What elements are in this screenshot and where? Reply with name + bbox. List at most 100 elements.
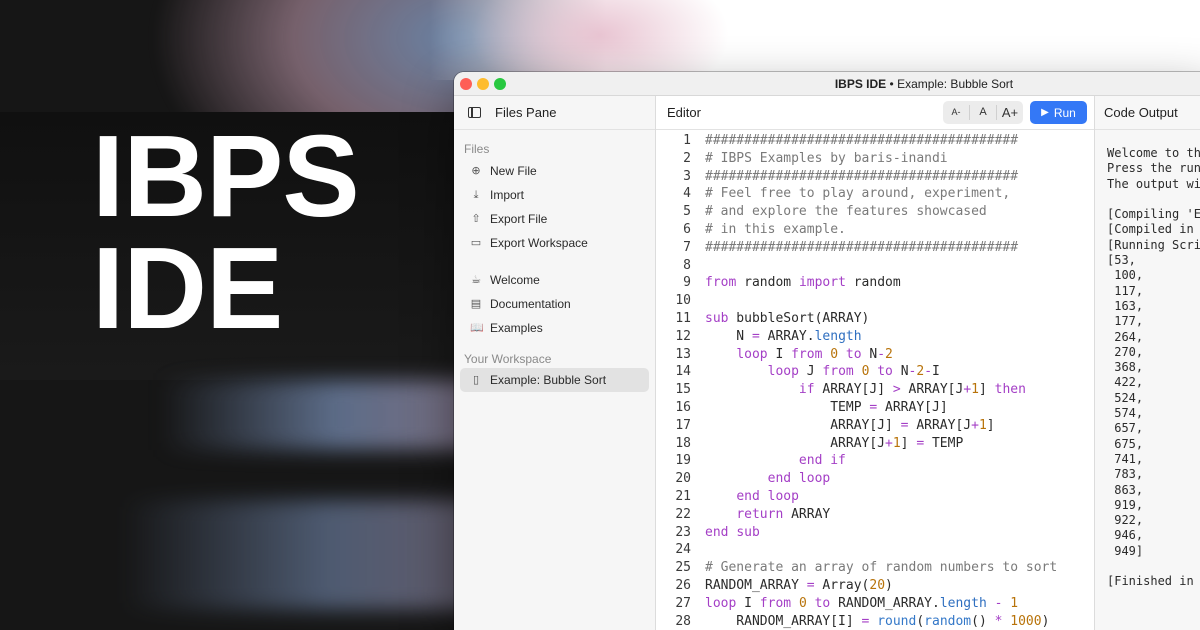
output-line: The output wi bbox=[1107, 176, 1200, 191]
output-line: [53, bbox=[1107, 253, 1136, 268]
sidebar-item-export-file[interactable]: ⇧ Export File bbox=[454, 207, 655, 231]
editor-pane: Editor A- A A+ ▶ Run 1 ##################… bbox=[656, 96, 1094, 630]
line-number: 2 bbox=[683, 150, 691, 166]
output-line: 863, bbox=[1107, 482, 1144, 497]
code-line-text: end sub bbox=[705, 524, 760, 540]
output-line: 922, bbox=[1107, 513, 1144, 528]
line-number: 4 bbox=[683, 186, 691, 202]
code-line-text: ######################################## bbox=[705, 239, 1019, 255]
code-line[interactable]: 10 bbox=[656, 292, 1094, 310]
ide-window: IBPS IDE • Example: Bubble Sort Files Pa… bbox=[454, 72, 1200, 630]
output-line: 524, bbox=[1107, 390, 1144, 405]
output-line: 946, bbox=[1107, 528, 1144, 543]
code-line[interactable]: 25 # Generate an array of random numbers … bbox=[656, 559, 1094, 577]
code-line[interactable]: 15 if ARRAY[J] > ARRAY[J+1] then bbox=[656, 381, 1094, 399]
sidebar-item-export-workspace[interactable]: ▭ Export Workspace bbox=[454, 231, 655, 255]
line-number: 17 bbox=[675, 417, 691, 433]
code-line-text: end loop bbox=[736, 488, 799, 504]
code-line[interactable]: 14 loop J from 0 to N-2-I bbox=[656, 363, 1094, 381]
window-title: IBPS IDE • Example: Bubble Sort bbox=[454, 77, 1200, 91]
code-line[interactable]: 26 RANDOM_ARRAY = Array(20) bbox=[656, 577, 1094, 595]
decrease-font-button[interactable]: A- bbox=[943, 105, 970, 120]
line-number: 22 bbox=[675, 506, 691, 522]
sidebar-item-example-bubble-sort[interactable]: ▯ Example: Bubble Sort bbox=[460, 368, 649, 392]
line-number: 10 bbox=[675, 293, 691, 309]
code-line-text: ######################################## bbox=[705, 168, 1019, 184]
output-line: [Compiled in bbox=[1107, 222, 1194, 237]
output-line: 368, bbox=[1107, 360, 1144, 375]
code-output-header: Code Output bbox=[1095, 96, 1200, 130]
line-number: 28 bbox=[675, 613, 691, 629]
code-output-title: Code Output bbox=[1104, 105, 1178, 120]
code-line[interactable]: 11 sub bubbleSort(ARRAY) bbox=[656, 310, 1094, 328]
code-line[interactable]: 8 bbox=[656, 257, 1094, 275]
output-line: 675, bbox=[1107, 436, 1144, 451]
sidebar-item-welcome[interactable]: ☕ Welcome bbox=[454, 268, 655, 292]
code-line-text: # Feel free to play around, experiment, bbox=[705, 186, 1011, 202]
window-title-document: Example: Bubble Sort bbox=[897, 77, 1014, 91]
play-icon: ▶ bbox=[1041, 107, 1049, 118]
code-line-text: # and explore the features showcased bbox=[705, 204, 987, 220]
code-line-text: if ARRAY[J] > ARRAY[J+1] then bbox=[798, 382, 1026, 398]
code-line[interactable]: 9 from random import random bbox=[656, 274, 1094, 292]
code-output-pane: Code Output Welcome to th Press the run Th… bbox=[1094, 96, 1200, 630]
run-button[interactable]: ▶ Run bbox=[1030, 101, 1087, 124]
documentation-icon: ▤ bbox=[470, 297, 482, 310]
hero-title-line2: IDE bbox=[92, 223, 283, 353]
code-line[interactable]: 13 loop I from 0 to N-2 bbox=[656, 346, 1094, 364]
line-number: 25 bbox=[675, 560, 691, 576]
output-line: 783, bbox=[1107, 467, 1144, 482]
code-line-text: RANDOM_ARRAY = Array(20) bbox=[705, 577, 893, 593]
code-line-text: RANDOM_ARRAY[I] = round(random() * 1000) bbox=[705, 613, 1050, 629]
export-icon: ⇧ bbox=[471, 212, 481, 225]
background-streak bbox=[120, 500, 500, 610]
editor-title: Editor bbox=[667, 105, 701, 120]
line-number: 13 bbox=[675, 346, 691, 362]
output-line: 117, bbox=[1107, 283, 1144, 298]
code-line[interactable]: 4 # Feel free to play around, experiment, bbox=[656, 185, 1094, 203]
code-line[interactable]: 27 loop I from 0 to RANDOM_ARRAY.length -… bbox=[656, 595, 1094, 613]
line-number: 24 bbox=[675, 542, 691, 558]
line-number: 1 bbox=[683, 133, 691, 148]
code-line[interactable]: 23 end sub bbox=[656, 524, 1094, 542]
sidebar-item-label: Import bbox=[490, 188, 525, 202]
output-line: 657, bbox=[1107, 421, 1144, 436]
code-line[interactable]: 1 #######################################… bbox=[656, 132, 1094, 150]
code-line[interactable]: 16 TEMP = ARRAY[J] bbox=[656, 399, 1094, 417]
line-number: 21 bbox=[675, 488, 691, 504]
sidebar-item-examples[interactable]: 📖 Examples bbox=[454, 316, 655, 340]
code-editor[interactable]: 1 #######################################… bbox=[656, 130, 1094, 630]
code-line[interactable]: 2 # IBPS Examples by baris-inandi bbox=[656, 150, 1094, 168]
sidebar-toggle-icon[interactable] bbox=[468, 107, 481, 118]
window-title-separator: • bbox=[886, 77, 898, 91]
output-line: 919, bbox=[1107, 497, 1144, 512]
code-line[interactable]: 28 RANDOM_ARRAY[I] = round(random() * 10… bbox=[656, 613, 1094, 630]
code-line[interactable]: 21 end loop bbox=[656, 488, 1094, 506]
line-number: 8 bbox=[683, 257, 691, 273]
sidebar-item-label: Export File bbox=[490, 212, 548, 226]
output-line: [Compiling 'E bbox=[1107, 207, 1200, 222]
code-line[interactable]: 6 # in this example. bbox=[656, 221, 1094, 239]
code-line[interactable]: 24 bbox=[656, 541, 1094, 559]
reset-font-button[interactable]: A bbox=[970, 105, 997, 120]
code-line[interactable]: 20 end loop bbox=[656, 470, 1094, 488]
code-line-text: from random import random bbox=[705, 275, 901, 291]
files-pane-header: Files Pane bbox=[454, 96, 655, 130]
line-number: 3 bbox=[683, 168, 691, 184]
increase-font-button[interactable]: A+ bbox=[997, 105, 1023, 120]
code-line[interactable]: 22 return ARRAY bbox=[656, 506, 1094, 524]
code-line[interactable]: 7 #######################################… bbox=[656, 239, 1094, 257]
workspace-section-title: Your Workspace bbox=[464, 352, 552, 366]
code-line[interactable]: 19 end if bbox=[656, 452, 1094, 470]
code-line[interactable]: 12 N = ARRAY.length bbox=[656, 328, 1094, 346]
code-line[interactable]: 3 #######################################… bbox=[656, 168, 1094, 186]
sidebar-item-new-file[interactable]: ⊕ New File bbox=[454, 159, 655, 183]
code-line-text: ######################################## bbox=[705, 133, 1019, 148]
code-line[interactable]: 17 ARRAY[J] = ARRAY[J+1] bbox=[656, 417, 1094, 435]
sidebar-item-import[interactable]: ⤓ Import bbox=[454, 183, 655, 207]
code-line[interactable]: 5 # and explore the features showcased bbox=[656, 203, 1094, 221]
line-number: 26 bbox=[675, 577, 691, 593]
code-line[interactable]: 18 ARRAY[J+1] = TEMP bbox=[656, 435, 1094, 453]
sidebar-item-documentation[interactable]: ▤ Documentation bbox=[454, 292, 655, 316]
